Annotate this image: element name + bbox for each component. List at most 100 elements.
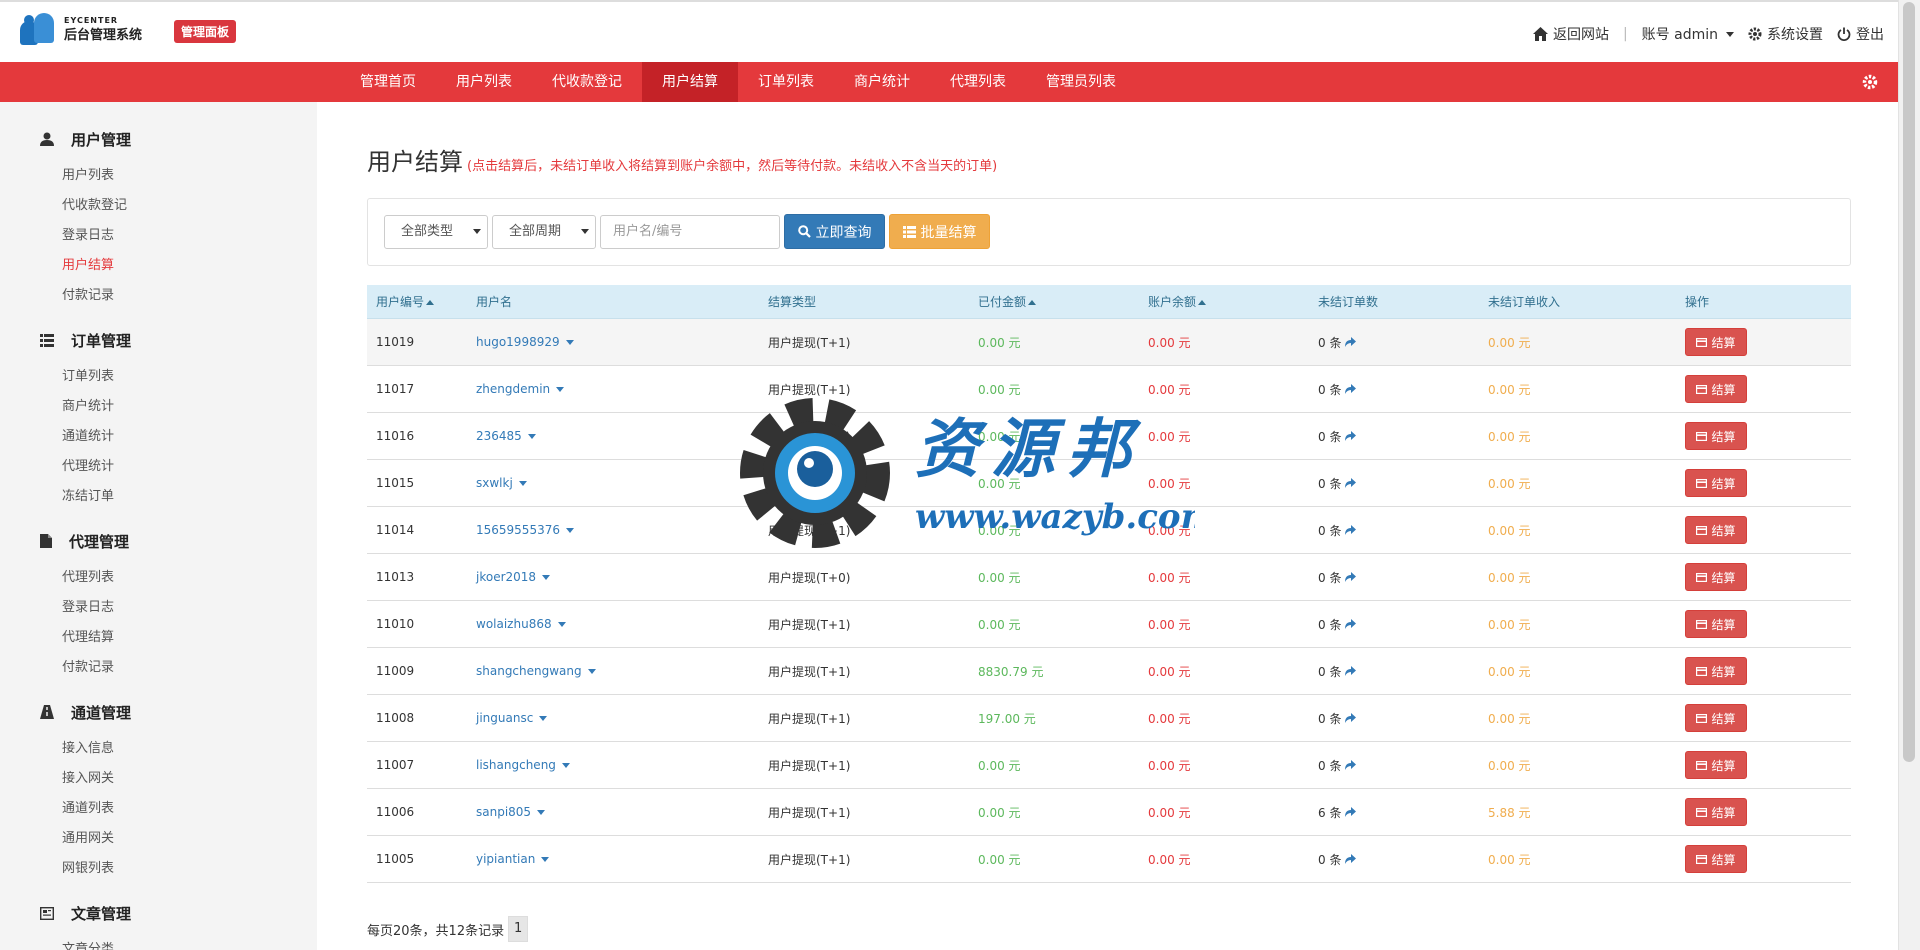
username-dropdown[interactable]: 15659555376 (476, 523, 759, 537)
settle-button[interactable]: 结算 (1685, 563, 1747, 591)
nav-item[interactable]: 管理员列表 (1026, 62, 1136, 102)
column-header[interactable]: 已付金额 (969, 285, 1139, 318)
sidebar-item[interactable]: 接入信息 (40, 734, 131, 764)
nav-item[interactable]: 代理列表 (930, 62, 1026, 102)
sidebar-item[interactable]: 用户结算 (40, 251, 131, 281)
sidebar-group-title[interactable]: 用户管理 (40, 128, 131, 150)
sidebar-item[interactable]: 网银列表 (40, 854, 131, 884)
unsettled-count-link[interactable]: 0 条 (1318, 851, 1479, 868)
settle-button[interactable]: 结算 (1685, 704, 1747, 732)
unsettled-count-link[interactable]: 0 条 (1318, 475, 1479, 492)
page-number-current[interactable]: 1 (508, 916, 529, 942)
sidebar-item[interactable]: 登录日志 (40, 221, 131, 251)
unsettled-count-cell: 0 条 (1309, 663, 1479, 680)
unsettled-count-link[interactable]: 0 条 (1318, 663, 1479, 680)
username-dropdown[interactable]: yipiantian (476, 852, 759, 866)
unsettled-count-link[interactable]: 6 条 (1318, 804, 1479, 821)
username-dropdown[interactable]: jinguansc (476, 711, 759, 725)
username-dropdown[interactable]: shangchengwang (476, 664, 759, 678)
sidebar-item[interactable]: 通道统计 (40, 422, 131, 452)
sidebar-item[interactable]: 商户统计 (40, 392, 131, 422)
sidebar-item[interactable]: 文章分类 (40, 935, 131, 950)
nav-item[interactable]: 代收款登记 (532, 62, 642, 102)
settle-button[interactable]: 结算 (1685, 845, 1747, 873)
sidebar-item[interactable]: 付款记录 (40, 281, 131, 311)
file-icon (40, 534, 60, 548)
nav-item[interactable]: 用户结算 (642, 62, 738, 102)
nav-item[interactable]: 订单列表 (738, 62, 834, 102)
sidebar-item[interactable]: 订单列表 (40, 362, 131, 392)
username-dropdown[interactable]: 236485 (476, 429, 759, 443)
query-button[interactable]: 立即查询 (784, 214, 885, 249)
sidebar-group: 代理管理代理列表 登录日志 代理结算 付款记录 (40, 530, 129, 683)
settle-button[interactable]: 结算 (1685, 516, 1747, 544)
unsettled-count-link[interactable]: 0 条 (1318, 334, 1479, 351)
username-dropdown[interactable]: jkoer2018 (476, 570, 759, 584)
sidebar-group-title[interactable]: 文章管理 (40, 902, 131, 924)
caret-down-icon (565, 527, 574, 533)
username-dropdown[interactable]: sanpi805 (476, 805, 759, 819)
unsettled-count-link[interactable]: 0 条 (1318, 428, 1479, 445)
nav-item[interactable]: 用户列表 (436, 62, 532, 102)
sidebar-item[interactable]: 付款记录 (40, 653, 129, 683)
back-to-site-link[interactable]: 返回网站 (1532, 24, 1609, 44)
settings-link[interactable]: 系统设置 (1748, 24, 1823, 44)
sidebar-group-label: 订单管理 (71, 331, 132, 350)
sidebar-item[interactable]: 代理列表 (40, 563, 129, 593)
sidebar-item[interactable]: 通用网关 (40, 824, 131, 854)
unsettled-count-link[interactable]: 0 条 (1318, 569, 1479, 586)
sidebar-item[interactable]: 代收款登记 (40, 191, 131, 221)
settle-button[interactable]: 结算 (1685, 469, 1747, 497)
batch-settle-button[interactable]: 批量结算 (889, 214, 990, 249)
sidebar-group-title[interactable]: 通道管理 (40, 701, 131, 723)
search-input[interactable]: 用户名/编号 (600, 215, 780, 249)
settle-button[interactable]: 结算 (1685, 798, 1747, 826)
sidebar-item[interactable]: 通道列表 (40, 794, 131, 824)
column-header[interactable]: 账户余额 (1139, 285, 1309, 318)
username-dropdown[interactable]: lishangcheng (476, 758, 759, 772)
settle-type-cell: 用户提现(T+1) (768, 476, 851, 491)
settle-button[interactable]: 结算 (1685, 751, 1747, 779)
sidebar-item[interactable]: 冻结订单 (40, 482, 131, 512)
logo[interactable]: EYCENTER 后台管理系统 (18, 11, 142, 47)
user-id-cell: 11017 (376, 382, 415, 396)
type-select[interactable]: 全部类型 (384, 215, 488, 249)
sidebar-item[interactable]: 接入网关 (40, 764, 131, 794)
unsettled-count-link[interactable]: 0 条 (1318, 381, 1479, 398)
settle-button[interactable]: 结算 (1685, 328, 1747, 356)
period-select[interactable]: 全部周期 (492, 215, 596, 249)
paid-amount-cell: 0.00 元 (978, 335, 1021, 350)
sidebar-group-title[interactable]: 代理管理 (40, 530, 129, 552)
settle-button[interactable]: 结算 (1685, 610, 1747, 638)
username-dropdown[interactable]: hugo1998929 (476, 335, 759, 349)
sidebar-item[interactable]: 用户列表 (40, 161, 131, 191)
sidebar-group-title[interactable]: 订单管理 (40, 329, 131, 351)
column-header[interactable]: 用户编号 (367, 285, 467, 318)
sidebar-item[interactable]: 代理统计 (40, 452, 131, 482)
page-scrollbar[interactable] (1898, 0, 1920, 950)
nav-item[interactable]: 管理首页 (340, 62, 436, 102)
sidebar-item[interactable]: 代理结算 (40, 623, 129, 653)
settle-button-label: 结算 (1711, 617, 1736, 632)
username-cell: yipiantian (467, 852, 759, 866)
unsettled-count-link[interactable]: 0 条 (1318, 710, 1479, 727)
settle-button[interactable]: 结算 (1685, 375, 1747, 403)
username-dropdown[interactable]: sxwlkj (476, 476, 759, 490)
nav-item[interactable]: 商户统计 (834, 62, 930, 102)
scrollbar-thumb[interactable] (1903, 2, 1915, 762)
sidebar-group: 用户管理用户列表 代收款登记 登录日志 用户结算 付款记录 (40, 128, 131, 311)
settle-button[interactable]: 结算 (1685, 422, 1747, 450)
table-row: 11013 jkoer2018 用户提现(T+0) 0.00 元 0.00 元 0 条 0.… (367, 554, 1851, 601)
unsettled-count-link[interactable]: 0 条 (1318, 522, 1479, 539)
sidebar-item[interactable]: 登录日志 (40, 593, 129, 623)
nav-gear-icon[interactable] (1862, 74, 1878, 90)
logout-link[interactable]: 登出 (1837, 24, 1884, 44)
unsettled-income-cell: 0.00 元 (1488, 476, 1531, 491)
username-dropdown[interactable]: wolaizhu868 (476, 617, 759, 631)
account-dropdown[interactable]: 账号 admin (1642, 24, 1734, 44)
username-dropdown[interactable]: zhengdemin (476, 382, 759, 396)
settle-button[interactable]: 结算 (1685, 657, 1747, 685)
unsettled-count-link[interactable]: 0 条 (1318, 616, 1479, 633)
unsettled-count-link[interactable]: 0 条 (1318, 757, 1479, 774)
table-row: 11017 zhengdemin 用户提现(T+1) 0.00 元 0.00 元 0 条 0… (367, 366, 1851, 413)
